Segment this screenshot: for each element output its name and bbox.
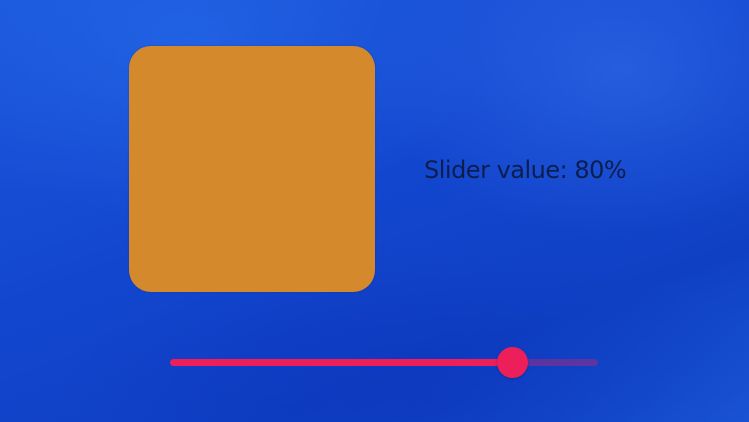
- value-slider[interactable]: [170, 345, 598, 381]
- color-swatch: [129, 46, 375, 292]
- slider-value-label: Slider value: 80%: [424, 156, 627, 184]
- slider-thumb[interactable]: [497, 347, 529, 378]
- slider-fill: [170, 359, 513, 366]
